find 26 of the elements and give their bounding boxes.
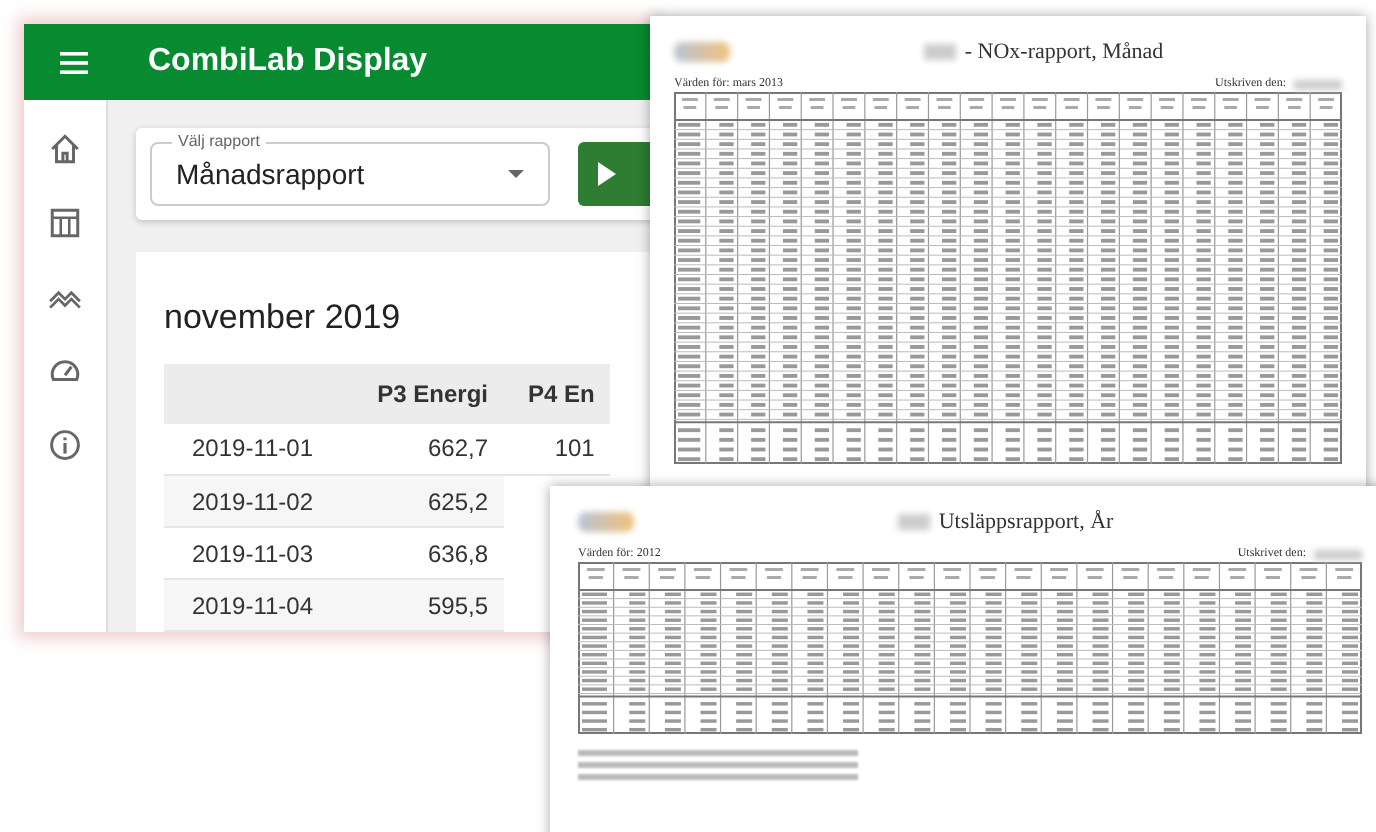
select-label: Välj rapport	[172, 130, 266, 154]
menu-icon[interactable]	[60, 51, 88, 73]
info-icon[interactable]	[48, 428, 82, 462]
select-value: Månadsrapport	[176, 155, 365, 194]
blurred-date	[1294, 79, 1342, 89]
table-cell: 2019-11-02	[164, 475, 348, 527]
blurred-name	[924, 44, 957, 60]
logo-placeholder	[578, 512, 634, 532]
run-button[interactable]	[577, 142, 656, 206]
blurred-date	[1314, 549, 1362, 559]
column-header: P3 Energi	[348, 363, 504, 423]
table-cell: 625,2	[348, 475, 504, 527]
logo-placeholder	[674, 42, 730, 62]
play-icon	[597, 162, 616, 186]
home-icon[interactable]	[48, 132, 82, 166]
period-title: november 2019	[164, 296, 403, 340]
blurred-name	[898, 514, 931, 530]
table-cell: 2019-11-04	[164, 579, 348, 631]
table-icon[interactable]	[48, 206, 82, 240]
table-cell: 101	[504, 423, 611, 475]
column-header: P4 En	[504, 363, 611, 423]
table-cell: 595,5	[348, 579, 504, 631]
app-title: CombiLab Display	[148, 42, 428, 82]
report-title: - NOx-rapport, Månad	[964, 37, 1164, 68]
dropdown-arrow-icon	[507, 170, 524, 178]
report-title: Utsläppsrapport, År	[938, 507, 1114, 538]
